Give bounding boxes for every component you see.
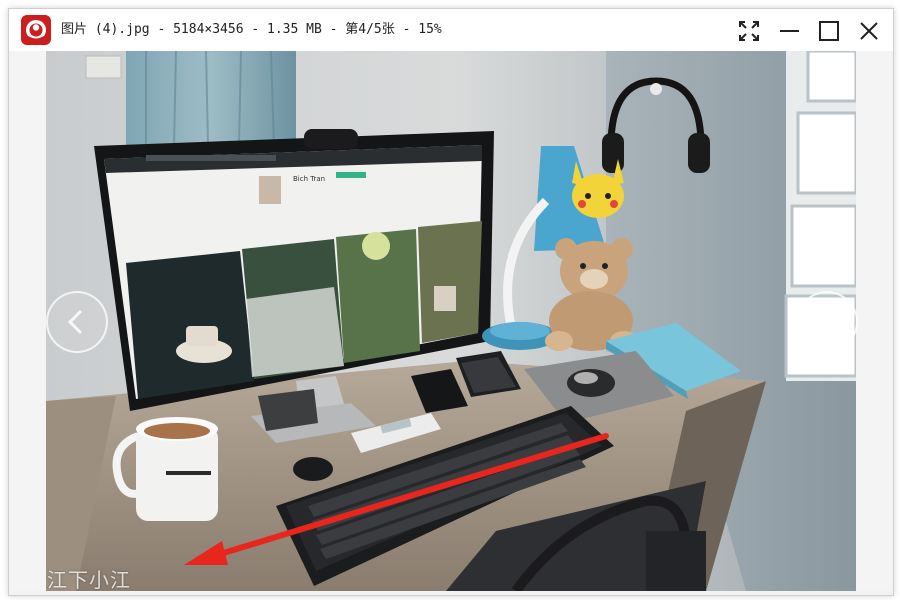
next-image-button[interactable] bbox=[796, 291, 858, 353]
desk-setup-photo: Bich Tran bbox=[46, 51, 856, 591]
watermark-text: 江下小江 bbox=[47, 568, 131, 592]
titlebar[interactable]: 图片 (4).jpg - 5184×3456 - 1.35 MB - 第4/5张… bbox=[9, 9, 893, 51]
close-button[interactable] bbox=[853, 15, 885, 47]
image-viewer-window: 图片 (4).jpg - 5184×3456 - 1.35 MB - 第4/5张… bbox=[8, 8, 894, 596]
chevron-left-icon bbox=[67, 309, 83, 335]
minimize-button[interactable] bbox=[773, 15, 805, 47]
monitor-profile-name: Bich Tran bbox=[293, 175, 325, 183]
image-viewport[interactable]: Bich Tran 江下小江 bbox=[11, 51, 891, 592]
chevron-right-icon bbox=[821, 309, 837, 335]
fullscreen-button[interactable] bbox=[733, 15, 765, 47]
minimize-icon bbox=[780, 30, 799, 32]
close-icon bbox=[860, 22, 878, 40]
window-title: 图片 (4).jpg - 5184×3456 - 1.35 MB - 第4/5张… bbox=[61, 22, 442, 37]
maximize-button[interactable] bbox=[813, 15, 845, 47]
fullscreen-icon bbox=[739, 21, 759, 41]
previous-image-button[interactable] bbox=[46, 291, 108, 353]
maximize-icon bbox=[819, 21, 839, 41]
camera-lens-icon bbox=[21, 15, 51, 45]
